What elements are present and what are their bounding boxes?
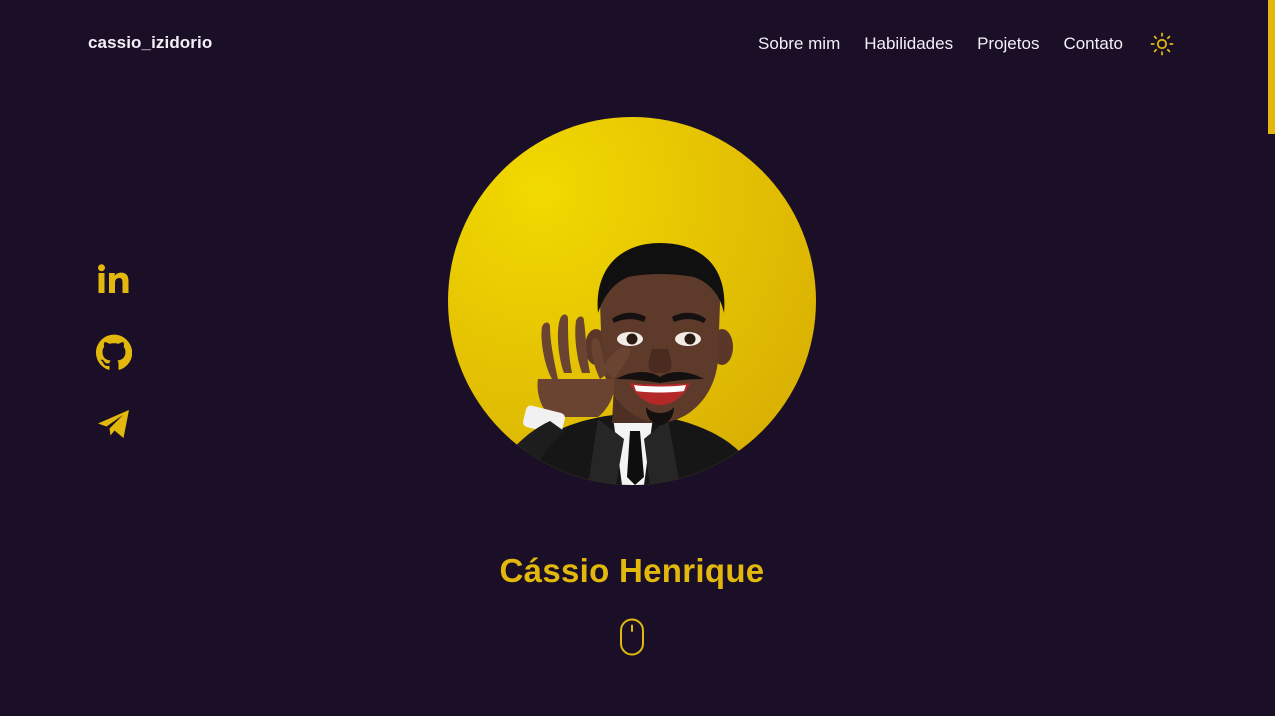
nav-skills[interactable]: Habilidades [864,31,953,57]
scroll-progress-bar [1268,0,1275,134]
brand-logo[interactable]: cassio_izidorio [88,33,212,53]
github-link[interactable] [96,334,133,370]
nav-contact[interactable]: Contato [1063,31,1123,57]
telegram-icon [98,410,129,438]
portfolio-page: cassio_izidorio Sobre mim Habilidades Pr… [0,0,1275,716]
theme-toggle-button[interactable] [1149,31,1175,57]
hero-name: Cássio Henrique [499,552,765,589]
social-links [96,262,133,442]
nav-projects[interactable]: Projetos [977,31,1039,57]
sun-icon [1150,32,1174,56]
nav-about[interactable]: Sobre mim [758,31,840,57]
scroll-down-button[interactable] [619,618,645,656]
github-icon [96,334,133,370]
telegram-link[interactable] [96,406,132,442]
linkedin-icon [98,264,129,293]
profile-avatar [448,117,816,485]
memoji-waving-avatar [488,243,760,485]
mouse-scroll-icon [620,618,644,656]
main-nav: Sobre mim Habilidades Projetos Contato [758,31,1175,57]
linkedin-link[interactable] [96,262,132,298]
